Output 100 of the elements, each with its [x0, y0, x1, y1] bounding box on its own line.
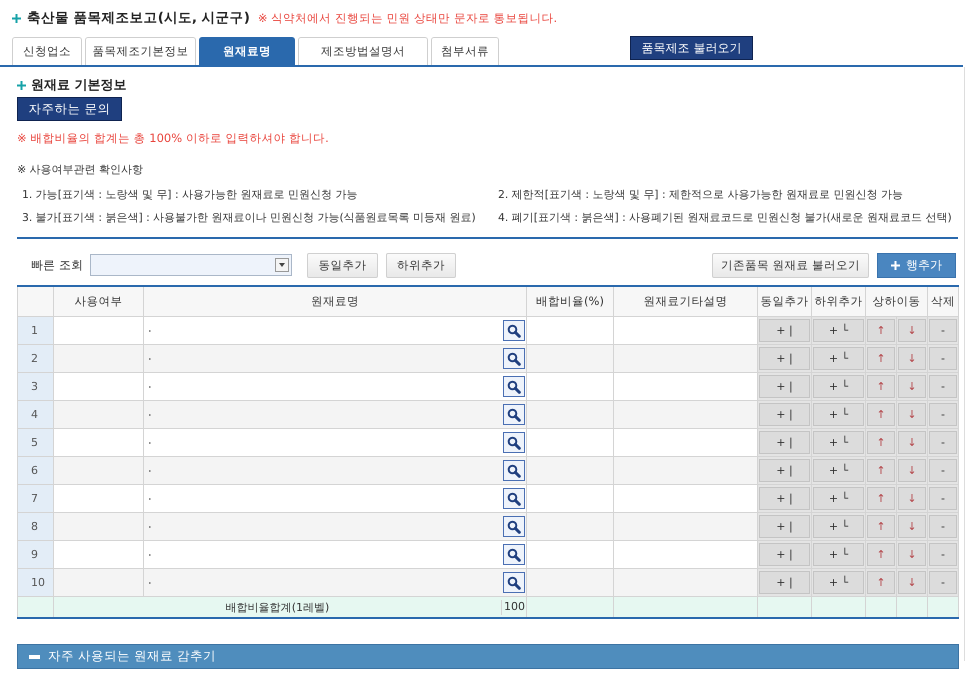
move-down-button[interactable]: ↓: [898, 403, 926, 426]
search-button[interactable]: [503, 376, 525, 397]
tab[interactable]: 신청업소: [12, 37, 82, 65]
same-level-add-button[interactable]: + |: [759, 487, 810, 510]
search-icon: [507, 576, 521, 590]
collapse-bar[interactable]: 자주 사용되는 원재료 감추기: [17, 644, 959, 669]
column-header: 배합비율(%): [526, 286, 614, 316]
delete-row-button[interactable]: -: [929, 459, 957, 482]
usage-note: 3. 불가[표기색 : 붉은색] : 사용불가한 원재료이나 민원신청 가능(식품원료목록 미등재 원료): [22, 211, 477, 225]
move-down-button[interactable]: ↓: [898, 459, 926, 482]
delete-row-button[interactable]: -: [929, 571, 957, 594]
load-existing-button[interactable]: 기존품목 원재료 불러오기: [712, 252, 869, 278]
same-level-add-button[interactable]: + |: [759, 375, 810, 398]
row-number: 5: [18, 428, 54, 456]
move-down-button[interactable]: ↓: [898, 347, 926, 370]
load-product-button[interactable]: 품목제조 불러오기: [630, 36, 753, 60]
search-button[interactable]: [503, 460, 525, 481]
search-button[interactable]: [503, 516, 525, 537]
row-number: 7: [18, 484, 54, 512]
move-up-button[interactable]: ↑: [867, 515, 895, 538]
move-down-button[interactable]: ↓: [898, 515, 926, 538]
sub-level-add-button[interactable]: + └: [813, 347, 864, 370]
delete-row-button[interactable]: -: [929, 543, 957, 566]
ingredient-bullet: ·: [148, 576, 152, 590]
row-number: 1: [18, 316, 54, 344]
move-down-button[interactable]: ↓: [898, 319, 926, 342]
column-header: 원재료명: [144, 286, 526, 316]
add-row-button[interactable]: 행추가: [877, 252, 956, 278]
sub-level-add-button[interactable]: + └: [813, 431, 864, 454]
sub-level-add-button[interactable]: + └: [813, 487, 864, 510]
delete-row-button[interactable]: -: [929, 319, 957, 342]
same-level-add-button[interactable]: + |: [759, 403, 810, 426]
tab[interactable]: 원재료명: [199, 37, 295, 65]
search-button[interactable]: [503, 320, 525, 341]
move-up-button[interactable]: ↑: [867, 319, 895, 342]
move-down-button[interactable]: ↓: [898, 543, 926, 566]
delete-row-button[interactable]: -: [929, 515, 957, 538]
same-level-add-button[interactable]: 동일추가: [307, 252, 378, 278]
delete-row-button[interactable]: -: [929, 347, 957, 370]
row-number: 10: [18, 568, 54, 596]
same-level-add-button[interactable]: + |: [759, 431, 810, 454]
sub-level-add-button[interactable]: + └: [813, 459, 864, 482]
same-level-add-button[interactable]: + |: [759, 543, 810, 566]
same-level-add-button[interactable]: + |: [759, 515, 810, 538]
search-button[interactable]: [503, 572, 525, 593]
same-level-add-button[interactable]: + |: [759, 347, 810, 370]
search-button[interactable]: [503, 404, 525, 425]
sub-level-add-button[interactable]: + └: [813, 375, 864, 398]
move-up-button[interactable]: ↑: [867, 487, 895, 510]
plus-icon: [12, 14, 21, 22]
same-level-add-button[interactable]: + |: [759, 319, 810, 342]
sub-level-add-button[interactable]: 하위추가: [386, 252, 456, 278]
sub-level-add-button[interactable]: + └: [813, 319, 864, 342]
sub-level-add-button[interactable]: + └: [813, 403, 864, 426]
search-icon: [507, 520, 521, 534]
search-button[interactable]: [503, 488, 525, 509]
total-label: 배합비율합계(1레벨): [224, 600, 330, 614]
search-icon: [507, 464, 521, 478]
ingredient-bullet: ·: [148, 436, 152, 450]
move-up-button[interactable]: ↑: [867, 431, 895, 454]
column-header: 상하이동: [866, 286, 928, 316]
usage-note: 4. 폐기[표기색 : 붉은색] : 사용폐기된 원재료코드로 민원신청 불가(새로운 원재료코드 선택): [498, 211, 953, 225]
search-button[interactable]: [503, 432, 525, 453]
ingredient-bullet: ·: [148, 352, 152, 366]
column-header: 원재료기타설명: [614, 286, 758, 316]
search-icon: [507, 380, 521, 394]
move-up-button[interactable]: ↑: [867, 347, 895, 370]
plus-icon: [17, 80, 26, 90]
delete-row-button[interactable]: -: [929, 431, 957, 454]
move-up-button[interactable]: ↑: [867, 543, 895, 566]
delete-row-button[interactable]: -: [929, 487, 957, 510]
column-header: 삭제: [928, 286, 958, 316]
move-up-button[interactable]: ↑: [867, 459, 895, 482]
search-icon: [507, 408, 521, 422]
faq-button[interactable]: 자주하는 문의: [17, 97, 122, 121]
ingredient-bullet: ·: [148, 520, 152, 534]
tab[interactable]: 제조방법설명서: [298, 37, 428, 65]
same-level-add-button[interactable]: + |: [759, 459, 810, 482]
move-up-button[interactable]: ↑: [867, 571, 895, 594]
move-down-button[interactable]: ↓: [898, 431, 926, 454]
search-button[interactable]: [503, 348, 525, 369]
search-icon: [507, 436, 521, 450]
ingredient-bullet: ·: [148, 324, 152, 338]
move-up-button[interactable]: ↑: [867, 403, 895, 426]
search-button[interactable]: [503, 544, 525, 565]
sub-level-add-button[interactable]: + └: [813, 543, 864, 566]
tab[interactable]: 첨부서류: [431, 37, 499, 65]
move-down-button[interactable]: ↓: [898, 487, 926, 510]
delete-row-button[interactable]: -: [929, 375, 957, 398]
row-number: 4: [18, 400, 54, 428]
move-down-button[interactable]: ↓: [898, 375, 926, 398]
tab[interactable]: 품목제조기본정보: [85, 37, 196, 65]
sub-level-add-button[interactable]: + └: [813, 571, 864, 594]
ingredient-bullet: ·: [148, 408, 152, 422]
sub-level-add-button[interactable]: + └: [813, 515, 864, 538]
same-level-add-button[interactable]: + |: [759, 571, 810, 594]
delete-row-button[interactable]: -: [929, 403, 957, 426]
move-up-button[interactable]: ↑: [867, 375, 895, 398]
move-down-button[interactable]: ↓: [898, 571, 926, 594]
usage-note: 2. 제한적[표기색 : 노랑색 및 무] : 제한적으로 사용가능한 원재료로 민원신청 가능: [498, 188, 904, 202]
